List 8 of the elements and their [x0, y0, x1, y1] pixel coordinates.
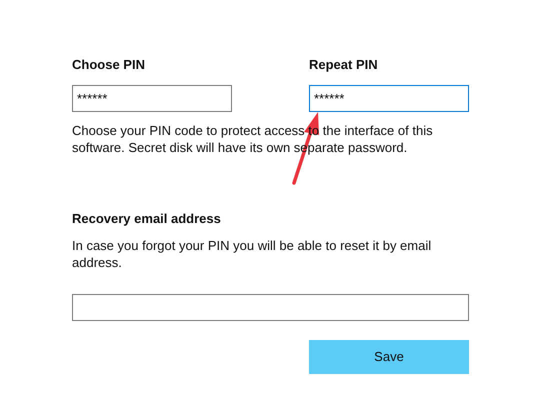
field-label: Choose PIN [72, 56, 146, 74]
field-label: Repeat PIN [309, 56, 379, 74]
email-field[interactable] [72, 294, 469, 321]
field-label: Recovery email address [72, 210, 222, 228]
help-text: In case you forgot your PIN you will be able to reset it by email address. [72, 237, 432, 271]
pin-field[interactable]: ****** [72, 84, 232, 112]
save-button[interactable]: Save [309, 340, 469, 374]
pin-field[interactable]: ****** [309, 84, 469, 112]
